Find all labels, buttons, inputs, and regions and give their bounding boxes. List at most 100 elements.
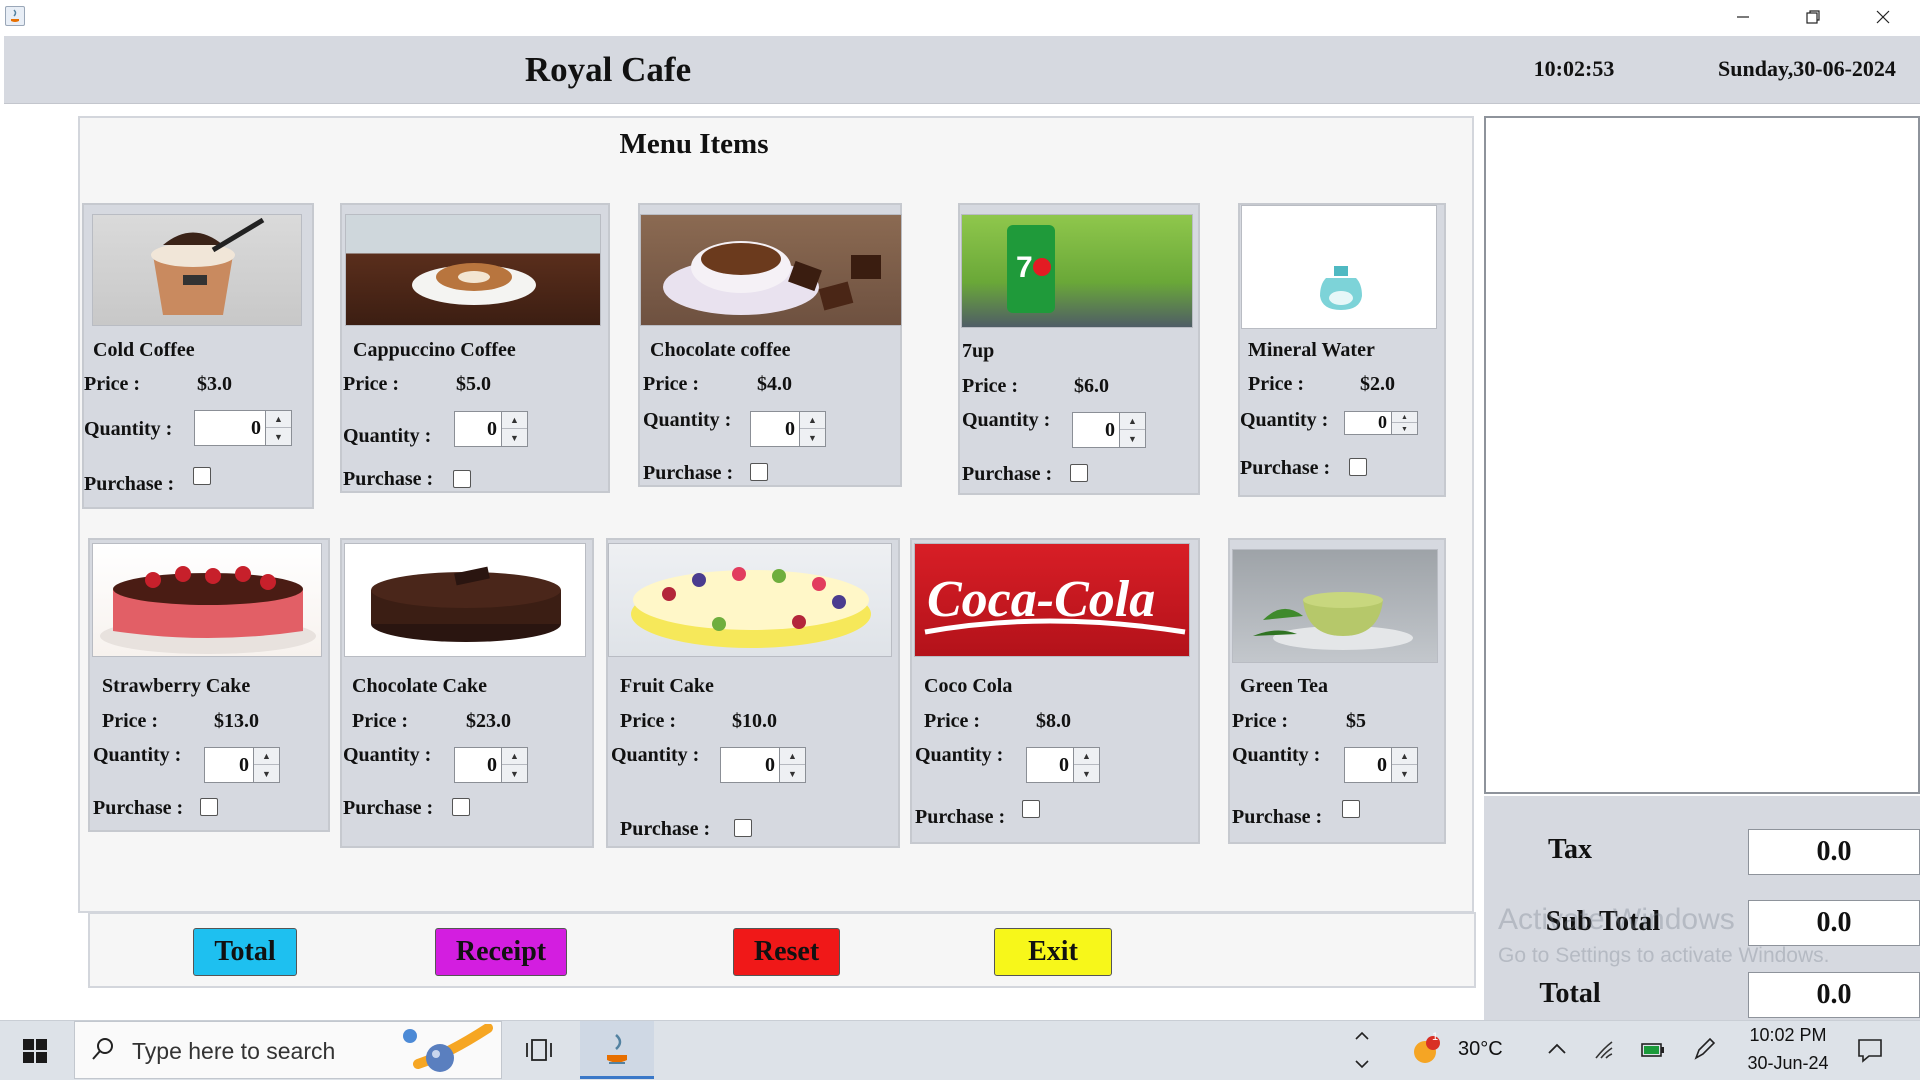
tax-value: 0.0 [1748,829,1920,875]
search-highlight-icon[interactable] [388,1023,498,1076]
decrement-icon[interactable]: ▼ [1392,423,1417,434]
price-label: Price : [1232,710,1289,732]
quantity-label: Quantity : [84,418,173,440]
increment-icon[interactable]: ▲ [266,411,291,428]
taskbar-clock-time[interactable]: 10:02 PM [1740,1025,1836,1046]
decrement-icon[interactable]: ▼ [800,429,825,446]
cold-coffee-image [92,214,302,326]
purchase-checkbox[interactable] [734,819,752,837]
quantity-label: Quantity : [915,744,1004,766]
increment-icon[interactable]: ▲ [254,748,279,765]
increment-icon[interactable]: ▲ [1074,748,1099,765]
quantity-stepper[interactable]: 0 ▲ ▼ [204,747,280,783]
purchase-label: Purchase : [1232,806,1323,828]
purchase-checkbox[interactable] [1349,458,1367,476]
menu-item-card: Cold Coffee Price : $3.0 Quantity : 0 ▲ ▼… [82,203,314,509]
wifi-icon[interactable] [1592,1038,1616,1062]
purchase-checkbox[interactable] [1022,800,1040,818]
receipt-area[interactable] [1484,116,1920,794]
purchase-checkbox[interactable] [453,470,471,488]
quantity-value: 0 [487,754,497,776]
increment-icon[interactable]: ▲ [502,412,527,429]
purchase-label: Purchase : [643,462,734,484]
quantity-stepper[interactable]: 0 ▲ ▼ [194,410,292,446]
weather-temperature[interactable]: 30°C [1458,1038,1503,1061]
windows-start-icon[interactable] [22,1038,48,1064]
taskbar-clock-date[interactable]: 30-Jun-24 [1740,1053,1836,1074]
green-tea-image [1232,549,1438,663]
app-title: Royal Cafe [524,50,692,89]
battery-icon[interactable] [1640,1040,1666,1060]
decrement-icon[interactable]: ▼ [1392,765,1417,782]
quantity-value: 0 [785,418,795,440]
purchase-checkbox[interactable] [1070,464,1088,482]
quantity-value: 0 [487,418,497,440]
quantity-stepper[interactable]: 0 ▲ ▼ [750,411,826,447]
restore-icon[interactable] [1778,0,1848,34]
header-date: Sunday,30-06-2024 [1718,56,1896,81]
decrement-icon[interactable]: ▼ [266,428,291,445]
purchase-checkbox[interactable] [452,798,470,816]
quantity-value: 0 [239,754,249,776]
increment-icon[interactable]: ▲ [800,412,825,429]
increment-icon[interactable]: ▲ [780,748,805,765]
increment-icon[interactable]: ▲ [1120,413,1145,430]
quantity-label: Quantity : [611,744,700,766]
purchase-label: Purchase : [962,463,1053,485]
quantity-value: 0 [251,417,261,439]
chocolate-cake-image [344,543,586,657]
increment-icon[interactable]: ▲ [1392,748,1417,765]
quantity-stepper[interactable]: 0 ▲ ▼ [1026,747,1100,783]
chevron-up-icon[interactable] [1546,1038,1568,1060]
quantity-label: Quantity : [643,409,732,431]
increment-icon[interactable]: ▲ [502,748,527,765]
tax-label: Tax [1547,834,1593,865]
app-header: Royal Cafe 10:02:53 Sunday,30-06-2024 [4,36,1920,104]
decrement-icon[interactable]: ▼ [502,429,527,446]
close-icon[interactable] [1848,0,1918,34]
notification-icon[interactable] [1856,1036,1884,1064]
pen-icon[interactable] [1692,1036,1716,1062]
price-label: Price : [620,710,677,732]
decrement-icon[interactable]: ▼ [780,765,805,782]
window-title-bar [0,0,1920,34]
decrement-icon[interactable]: ▼ [1074,765,1099,782]
purchase-label: Purchase : [915,806,1006,828]
quantity-label: Quantity : [93,744,182,766]
task-view-icon[interactable] [524,1036,554,1064]
menu-item-card: Chocolate coffee Price : $4.0 Quantity :… [638,203,902,487]
coca-cola-image: Coca-Cola [914,543,1190,657]
quantity-stepper[interactable]: 0 ▲ ▼ [1344,747,1418,783]
quantity-value: 0 [765,754,775,776]
minimize-icon[interactable] [1708,0,1778,34]
quantity-stepper[interactable]: 0 ▲ ▼ [1072,412,1146,448]
reset-button[interactable]: Reset [733,928,840,976]
quantity-stepper[interactable]: 0 ▲ ▼ [720,747,806,783]
decrement-icon[interactable]: ▼ [1120,430,1145,447]
menu-item-card: Fruit Cake Price : $10.0 Quantity : 0 ▲ ▼… [606,538,900,848]
quantity-stepper[interactable]: 0 ▲ ▼ [1344,411,1418,435]
quantity-label: Quantity : [343,744,432,766]
purchase-checkbox[interactable] [1342,800,1360,818]
purchase-label: Purchase : [620,818,711,840]
taskbar-scroll-icon[interactable] [1352,1026,1372,1074]
exit-button[interactable]: Exit [994,928,1112,976]
purchase-checkbox[interactable] [200,798,218,816]
quantity-stepper[interactable]: 0 ▲ ▼ [454,747,528,783]
quantity-stepper[interactable]: 0 ▲ ▼ [454,411,528,447]
price-value: $3.0 [197,373,232,395]
purchase-checkbox[interactable] [750,463,768,481]
increment-icon[interactable]: ▲ [1392,412,1417,423]
purchase-checkbox[interactable] [193,467,211,485]
price-label: Price : [962,375,1019,397]
decrement-icon[interactable]: ▼ [254,765,279,782]
menu-item-card: Mineral Water Price : $2.0 Quantity : 0 … [1238,203,1446,497]
total-button[interactable]: Total [193,928,297,976]
purchase-label: Purchase : [343,797,434,819]
receipt-button[interactable]: Receipt [435,928,567,976]
price-value: $2.0 [1360,373,1395,395]
quantity-value: 0 [1059,754,1069,776]
taskbar-java-app[interactable] [580,1021,654,1079]
decrement-icon[interactable]: ▼ [502,765,527,782]
total-value: 0.0 [1748,972,1920,1018]
